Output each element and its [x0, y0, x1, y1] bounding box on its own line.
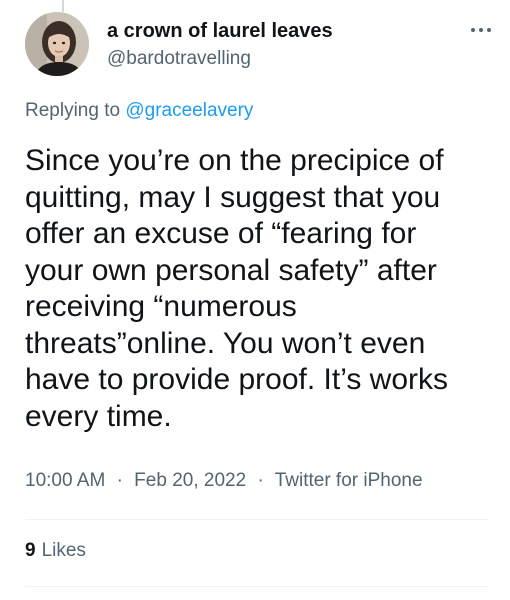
display-name[interactable]: a crown of laurel leaves [107, 18, 333, 44]
user-handle[interactable]: @bardotravelling [107, 46, 333, 72]
replying-to: Replying to @graceelavery [25, 100, 253, 122]
avatar[interactable] [25, 12, 89, 76]
divider [25, 519, 488, 520]
tweet-text: Since you’re on the precipice of quittin… [25, 144, 448, 433]
likes-count: 9 [25, 540, 36, 561]
replying-to-handle-link[interactable]: @graceelavery [125, 100, 253, 121]
thread-connector-line [62, 0, 64, 12]
user-names: a crown of laurel leaves @bardotravellin… [107, 18, 333, 72]
tweet-source-link[interactable]: Twitter for iPhone [275, 470, 423, 491]
more-options-button[interactable] [466, 20, 496, 40]
likes-label: Likes [41, 540, 86, 561]
meta-separator: · [116, 470, 123, 491]
likes-stat[interactable]: 9 Likes [25, 540, 86, 562]
more-horizontal-icon [469, 28, 493, 32]
replying-to-label: Replying to [25, 100, 126, 121]
divider [25, 586, 488, 587]
tweet-date[interactable]: Feb 20, 2022 [134, 470, 246, 491]
tweet-time[interactable]: 10:00 AM [25, 470, 105, 491]
tweet-header: a crown of laurel leaves @bardotravellin… [25, 12, 496, 82]
tweet-metadata: 10:00 AM · Feb 20, 2022 · Twitter for iP… [25, 470, 423, 492]
meta-separator: · [257, 470, 264, 491]
